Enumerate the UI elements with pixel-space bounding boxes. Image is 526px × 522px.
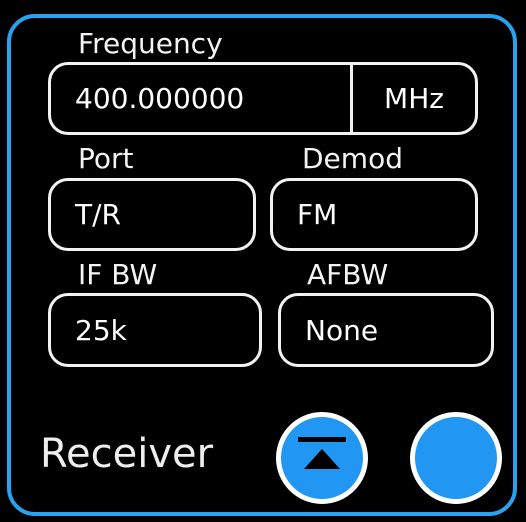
frequency-field[interactable]: 400.000000 MHz [48,62,478,135]
afbw-field[interactable]: None [278,293,494,367]
if-bw-label: IF BW [78,258,158,291]
afbw-label: AFBW [307,258,389,291]
circle-button[interactable] [410,412,502,504]
collapse-up-icon [298,437,346,469]
demod-field[interactable]: FM [270,178,478,251]
collapse-button[interactable] [276,412,368,504]
demod-label: Demod [302,142,403,175]
port-label: Port [78,142,134,175]
receiver-title: Receiver [40,431,214,477]
frequency-label: Frequency [78,27,223,60]
if-bw-field[interactable]: 25k [48,293,262,367]
frequency-value[interactable]: 400.000000 [51,65,353,132]
port-field[interactable]: T/R [48,178,256,251]
frequency-unit[interactable]: MHz [353,65,475,132]
